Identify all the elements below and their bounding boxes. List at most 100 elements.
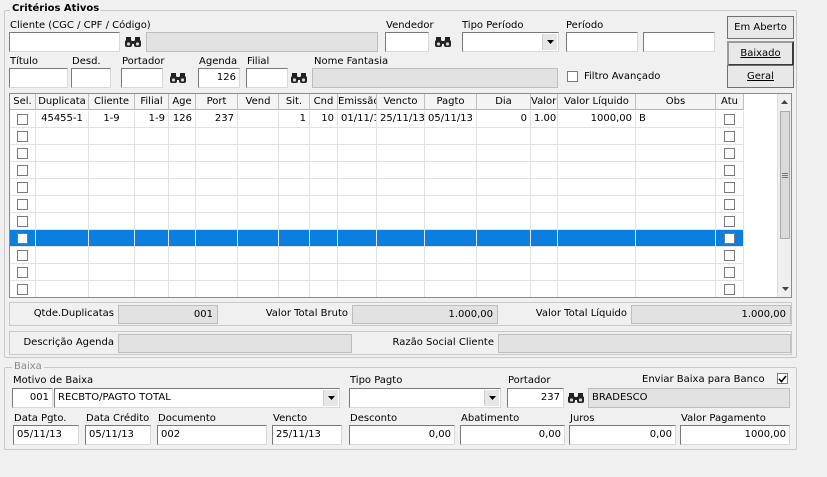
row-select-cell[interactable] [10, 281, 36, 297]
tipo-periodo-select[interactable] [462, 32, 559, 52]
chevron-down-icon[interactable] [323, 390, 338, 406]
row-atu-cell[interactable] [716, 230, 744, 247]
row-select-cell[interactable] [10, 247, 36, 264]
column-header-valor_bruto[interactable]: Valor Bruto [531, 94, 558, 110]
data-pgto-input[interactable]: 05/11/13 [13, 425, 79, 445]
agenda-input[interactable]: 126 [198, 68, 240, 88]
row-select-cell[interactable] [10, 230, 36, 247]
row-select-checkbox[interactable] [17, 148, 28, 159]
row-atu-cell[interactable] [716, 145, 744, 162]
row-atu-cell[interactable] [716, 179, 744, 196]
row-atu-checkbox[interactable] [724, 182, 735, 193]
column-header-duplicata[interactable]: Duplicata [36, 94, 89, 110]
row-atu-cell[interactable] [716, 128, 744, 145]
portador-input[interactable] [121, 68, 163, 88]
row-atu-cell[interactable] [716, 247, 744, 264]
chevron-down-icon[interactable] [542, 34, 557, 50]
vencto-input[interactable]: 25/11/13 [272, 425, 342, 445]
row-atu-checkbox[interactable] [724, 165, 735, 176]
column-header-pagto[interactable]: Pagto [425, 94, 477, 110]
geral-button[interactable]: Geral [727, 65, 794, 88]
column-header-age[interactable]: Age [169, 94, 196, 110]
column-header-cnd[interactable]: Cnd [310, 94, 338, 110]
row-select-checkbox[interactable] [17, 216, 28, 227]
row-atu-checkbox[interactable] [724, 148, 735, 159]
column-header-sel[interactable]: Sel. [10, 94, 36, 110]
column-header-valor_liquido[interactable]: Valor Líquido [558, 94, 636, 110]
juros-input[interactable]: 0,00 [569, 425, 676, 445]
column-header-vencto[interactable]: Vencto [377, 94, 425, 110]
row-select-cell[interactable] [10, 111, 36, 128]
row-atu-cell[interactable] [716, 111, 744, 128]
cliente-search-button[interactable] [124, 33, 142, 51]
row-select-checkbox[interactable] [17, 182, 28, 193]
column-header-obs[interactable]: Obs [636, 94, 716, 110]
row-atu-checkbox[interactable] [724, 131, 735, 142]
row-select-cell[interactable] [10, 213, 36, 230]
row-select-cell[interactable] [10, 264, 36, 281]
vendedor-search-button[interactable] [434, 33, 452, 51]
row-select-checkbox[interactable] [17, 250, 28, 261]
row-atu-cell[interactable] [716, 213, 744, 230]
valor-pagamento-input[interactable]: 1000,00 [680, 425, 790, 445]
scrollbar-thumb[interactable] [780, 111, 790, 239]
row-select-checkbox[interactable] [17, 114, 28, 125]
desd-input[interactable] [71, 68, 111, 88]
column-header-dia[interactable]: Dia [477, 94, 531, 110]
column-header-atu[interactable]: Atu [716, 94, 744, 110]
baixado-button[interactable]: Baixado [727, 41, 794, 66]
column-header-vend[interactable]: Vend [238, 94, 279, 110]
row-atu-checkbox[interactable] [724, 216, 735, 227]
scroll-down-arrow-icon[interactable] [778, 281, 791, 297]
row-select-checkbox[interactable] [17, 233, 28, 244]
row-select-checkbox[interactable] [17, 165, 28, 176]
column-header-sit[interactable]: Sit. [279, 94, 310, 110]
filtro-avancado-checkbox[interactable] [567, 71, 578, 82]
documento-input[interactable]: 002 [157, 425, 267, 445]
motivo-baixa-code[interactable]: 001 [12, 388, 53, 408]
portador-search-button[interactable] [169, 69, 187, 87]
row-atu-cell[interactable] [716, 196, 744, 213]
desconto-input[interactable]: 0,00 [349, 425, 455, 445]
row-select-checkbox[interactable] [17, 199, 28, 210]
vendedor-input[interactable] [385, 32, 429, 52]
column-header-port[interactable]: Port [196, 94, 238, 110]
row-atu-cell[interactable] [716, 281, 744, 297]
tipo-pagto-select[interactable] [349, 388, 501, 408]
row-atu-checkbox[interactable] [724, 284, 735, 295]
row-select-checkbox[interactable] [17, 267, 28, 278]
filial-input[interactable] [246, 68, 288, 88]
em-aberto-button[interactable]: Em Aberto [727, 16, 794, 39]
column-header-emissao[interactable]: Emissão [338, 94, 377, 110]
row-atu-cell[interactable] [716, 162, 744, 179]
row-atu-checkbox[interactable] [724, 233, 735, 244]
motivo-baixa-select[interactable]: RECBTO/PAGTO TOTAL [54, 388, 340, 408]
enviar-baixa-checkbox[interactable] [777, 373, 788, 384]
row-select-checkbox[interactable] [17, 284, 28, 295]
row-atu-cell[interactable] [716, 264, 744, 281]
chevron-down-icon[interactable] [484, 390, 499, 406]
row-atu-checkbox[interactable] [724, 250, 735, 261]
row-atu-checkbox[interactable] [724, 267, 735, 278]
periodo-to-input[interactable] [643, 32, 715, 52]
row-select-cell[interactable] [10, 196, 36, 213]
column-header-filial[interactable]: Filial [135, 94, 169, 110]
cliente-input[interactable] [9, 32, 120, 52]
row-select-cell[interactable] [10, 179, 36, 196]
scroll-up-arrow-icon[interactable] [778, 94, 791, 110]
baixa-portador-search-button[interactable] [567, 389, 585, 407]
row-atu-checkbox[interactable] [724, 114, 735, 125]
column-header-cliente[interactable]: Cliente [89, 94, 135, 110]
row-atu-checkbox[interactable] [724, 199, 735, 210]
data-credito-input[interactable]: 05/11/13 [85, 425, 151, 445]
row-select-cell[interactable] [10, 145, 36, 162]
periodo-from-input[interactable] [566, 32, 638, 52]
baixa-portador-code[interactable]: 237 [507, 388, 564, 408]
abatimento-input[interactable]: 0,00 [460, 425, 565, 445]
vertical-scrollbar[interactable] [777, 94, 791, 297]
row-select-checkbox[interactable] [17, 131, 28, 142]
titulo-input[interactable] [9, 68, 68, 88]
row-select-cell[interactable] [10, 162, 36, 179]
row-select-cell[interactable] [10, 128, 36, 145]
filial-search-button[interactable] [290, 69, 308, 87]
